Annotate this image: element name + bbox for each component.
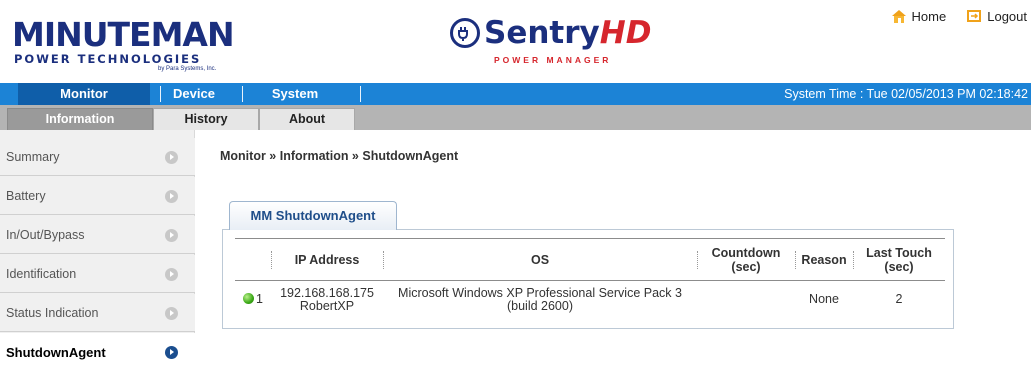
reason-cell: None [809,292,839,307]
table-row[interactable]: 1 192.168.168.175 RobertXP Microsoft Wind… [235,281,945,319]
plug-icon [450,18,480,48]
sidebar-item-status-indication[interactable]: Status Indication [0,294,195,332]
minuteman-logo: MINUTEMAN POWER TECHNOLOGIES by Para Sys… [12,18,242,74]
system-time: System Time : Tue 02/05/2013 PM 02:18:42 [784,87,1028,101]
col-os-header: OS [383,238,697,281]
ip-cell: 192.168.168.175 RobertXP [271,281,383,319]
home-icon [891,9,907,23]
sidebar: Summary Battery In/Out/Bypass Identifica… [0,130,195,369]
tab-mm-shutdownagent[interactable]: MM ShutdownAgent [229,201,397,230]
arrow-right-icon [165,151,178,164]
arrow-right-icon [165,307,178,320]
brand-tiny: by Para Systems, Inc. [158,66,217,72]
col-ip-header: IP Address [271,238,383,281]
brand-main: MINUTEMAN [12,15,235,54]
nav-system[interactable]: System [252,83,338,105]
last-touch-cell: 2 [895,292,903,307]
status-cell: 1 [235,281,271,319]
arrow-right-icon [165,346,178,359]
tab-information[interactable]: Information [7,108,153,130]
product-name-b: HD [599,15,652,51]
nav-separator [360,86,361,102]
shutdownagent-table: IP Address OS Countdown (sec) Reason Las… [235,238,945,319]
nav-separator [160,86,161,102]
nav-separator [242,86,243,102]
column-separator [271,251,272,269]
sidebar-item-shutdownagent[interactable]: ShutdownAgent [0,333,195,369]
countdown-cell [697,281,795,319]
column-separator [383,251,384,269]
column-separator [795,251,796,269]
arrow-right-icon [165,268,178,281]
product-sub: POWER MANAGER [494,55,612,65]
sentryhd-logo: SentryHD POWER MANAGER [446,12,651,72]
sidebar-item-label: In/Out/Bypass [6,228,85,242]
column-separator [697,251,698,269]
sub-nav: Information History About [0,105,1031,130]
tab-history[interactable]: History [153,108,259,130]
nav-monitor[interactable]: Monitor [18,83,150,105]
nav-device[interactable]: Device [168,83,220,105]
sidebar-item-label: Battery [6,189,46,203]
product-name-a: Sentry [484,15,600,51]
host-name: RobertXP [299,298,355,313]
logout-link[interactable]: Logout [966,9,1027,24]
col-countdown-header: Countdown (sec) [697,238,795,281]
sidebar-item-label: ShutdownAgent [6,345,106,360]
top-links: Home Logout [875,7,1031,25]
status-ok-icon [243,293,255,305]
sidebar-item-in-out-bypass[interactable]: In/Out/Bypass [0,216,195,254]
product-name: SentryHD [484,14,651,52]
brand-sub: POWER TECHNOLOGIES [14,52,202,66]
col-countdown-label: Countdown (sec) [711,245,781,274]
tab-about[interactable]: About [259,108,355,130]
col-lasttouch-header: Last Touch (sec) [853,238,945,281]
row-index: 1 [256,292,263,307]
sidebar-item-label: Status Indication [6,306,99,320]
logout-label: Logout [987,8,1027,24]
sidebar-item-summary[interactable]: Summary [0,138,195,176]
ip-address: 192.168.168.175 [280,285,374,300]
table-header-row: IP Address OS Countdown (sec) Reason Las… [235,238,945,281]
column-separator [853,251,854,269]
col-status-header [235,238,271,281]
home-link[interactable]: Home [891,8,947,24]
sidebar-item-label: Identification [6,267,77,281]
main-nav: Monitor Device System System Time : Tue … [0,83,1031,105]
logout-icon [966,9,982,23]
col-os-label: OS [530,252,550,267]
arrow-right-icon [165,190,178,203]
sidebar-item-identification[interactable]: Identification [0,255,195,293]
sidebar-item-label: Summary [6,150,60,164]
col-reason-header: Reason [795,238,853,281]
os-cell: Microsoft Windows XP Professional Servic… [398,285,682,313]
breadcrumb: Monitor » Information » ShutdownAgent [220,149,459,163]
sidebar-item-battery[interactable]: Battery [0,177,195,215]
col-ip-label: IP Address [294,252,360,267]
col-reason-label: Reason [801,252,847,267]
col-lasttouch-label: Last Touch (sec) [866,245,932,274]
header: MINUTEMAN POWER TECHNOLOGIES by Para Sys… [0,0,1031,83]
arrow-right-icon [165,229,178,242]
home-label: Home [911,8,947,24]
